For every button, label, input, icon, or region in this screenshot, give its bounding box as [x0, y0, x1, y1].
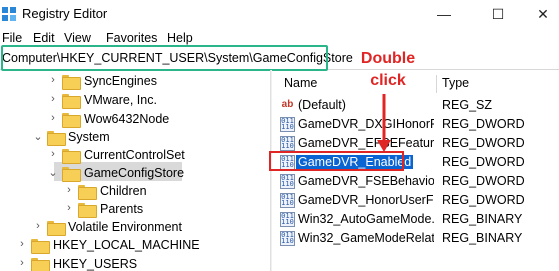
binary-value-icon: 011 110	[280, 212, 295, 227]
column-separator[interactable]	[436, 75, 437, 93]
annotation-arrow	[377, 94, 391, 152]
value-name: GameDVR_HonorUserFS...	[298, 193, 434, 207]
chevron-right-icon[interactable]: ›	[17, 238, 27, 250]
annotation-double: Double	[360, 50, 416, 67]
menu-file[interactable]: File	[2, 31, 22, 45]
chevron-right-icon[interactable]: ›	[64, 184, 74, 196]
key-tree-pane[interactable]: › SyncEngines › VMware, Inc. › Wow6432No…	[0, 70, 268, 271]
binary-value-icon: 011 110	[280, 174, 295, 189]
value-row[interactable]: 011 110 Win32_GameModeRelat... REG_BINARY	[276, 229, 559, 248]
tree-item-hkey-local-machine[interactable]: › HKEY_LOCAL_MACHINE	[0, 236, 268, 255]
folder-icon	[47, 221, 66, 236]
value-name: Win32_GameModeRelat...	[298, 231, 434, 245]
value-row[interactable]: 011 110 GameDVR_DXGIHonorF... REG_DWORD	[276, 115, 559, 134]
binary-value-icon: 011 110	[280, 117, 295, 132]
tree-item-label: VMware, Inc.	[84, 93, 157, 107]
folder-icon	[62, 149, 81, 164]
folder-icon	[62, 94, 81, 109]
value-name: Win32_AutoGameMode...	[298, 212, 434, 226]
binary-value-icon: 011 110	[280, 193, 295, 208]
value-type: REG_DWORD	[442, 193, 525, 207]
tree-item-parents[interactable]: › Parents	[0, 200, 268, 219]
folder-icon	[62, 113, 81, 128]
chevron-right-icon[interactable]: ›	[33, 220, 43, 232]
chevron-right-icon[interactable]: ›	[64, 202, 74, 214]
menu-view[interactable]: View	[64, 31, 91, 45]
tree-item-label: System	[68, 130, 110, 144]
tree-item-label: CurrentControlSet	[84, 148, 185, 162]
tree-item-volatile-environment[interactable]: › Volatile Environment	[0, 218, 268, 237]
tree-item-wow6432node[interactable]: › Wow6432Node	[0, 110, 268, 129]
tree-item-label: GameConfigStore	[84, 166, 185, 180]
folder-icon	[78, 203, 97, 218]
chevron-right-icon[interactable]: ›	[48, 93, 58, 105]
folder-icon	[31, 239, 50, 254]
value-type: REG_DWORD	[442, 136, 525, 150]
chevron-right-icon[interactable]: ›	[48, 112, 58, 124]
tree-item-currentcontrolset[interactable]: › CurrentControlSet	[0, 146, 268, 165]
binary-value-icon: 011 110	[280, 231, 295, 246]
chevron-right-icon[interactable]: ›	[17, 257, 27, 269]
value-row[interactable]: 011 110 Win32_AutoGameMode... REG_BINARY	[276, 210, 559, 229]
folder-icon	[31, 258, 50, 271]
tree-item-gameconfigstore[interactable]: ⌄ GameConfigStore	[0, 164, 268, 183]
folder-icon	[62, 75, 81, 90]
tree-item-label: SyncEngines	[84, 74, 157, 88]
tree-item-children[interactable]: › Children	[0, 182, 268, 201]
chevron-down-icon[interactable]: ⌄	[33, 130, 43, 143]
binary-value-icon: 011 110	[280, 136, 295, 151]
value-type: REG_BINARY	[442, 212, 523, 226]
chevron-down-icon[interactable]: ⌄	[48, 166, 58, 179]
tree-item-label: Volatile Environment	[68, 220, 182, 234]
tree-item-label: Parents	[100, 202, 144, 216]
window-title: Registry Editor	[22, 6, 108, 21]
tree-item-vmware[interactable]: › VMware, Inc.	[0, 91, 268, 110]
tree-item-system[interactable]: ⌄ System	[0, 128, 268, 147]
folder-open-icon	[62, 167, 81, 182]
value-row[interactable]: 011 110 GameDVR_FSEBehavior... REG_DWORD	[276, 172, 559, 191]
title-bar: Registry Editor — ☐ ✕	[0, 0, 559, 28]
chevron-right-icon[interactable]: ›	[48, 148, 58, 160]
tree-item-label: HKEY_USERS	[53, 257, 138, 271]
value-row-default[interactable]: ab (Default) REG_SZ	[276, 96, 559, 115]
maximize-button[interactable]: ☐	[475, 0, 521, 28]
value-type: REG_DWORD	[442, 155, 525, 169]
minimize-button[interactable]: —	[421, 0, 467, 28]
menu-help[interactable]: Help	[167, 31, 193, 45]
value-row[interactable]: 011110 GameDVR_HonorUserFS... REG_DWORD	[276, 191, 559, 210]
tree-item-hkey-users[interactable]: › HKEY_USERS	[0, 255, 268, 271]
tree-item-label: HKEY_LOCAL_MACHINE	[53, 238, 200, 252]
string-value-icon: ab	[280, 98, 295, 113]
value-type: REG_BINARY	[442, 231, 523, 245]
close-button[interactable]: ✕	[520, 0, 559, 28]
folder-icon	[47, 131, 66, 146]
value-type: REG_SZ	[442, 98, 493, 112]
value-type: REG_DWORD	[442, 117, 525, 131]
folder-icon	[78, 185, 97, 200]
value-name: GameDVR_FSEBehavior...	[298, 174, 434, 188]
column-header-name[interactable]: Name	[284, 76, 317, 90]
value-type: REG_DWORD	[442, 174, 525, 188]
tree-item-label: Children	[100, 184, 147, 198]
registry-editor-app-icon	[2, 7, 16, 21]
address-highlight-box	[1, 45, 328, 71]
chevron-right-icon[interactable]: ›	[48, 74, 58, 86]
tree-item-syncengines[interactable]: › SyncEngines	[0, 72, 268, 91]
tree-item-label: Wow6432Node	[84, 112, 170, 126]
column-header-type[interactable]: Type	[442, 76, 469, 90]
menu-favorites[interactable]: Favorites	[106, 31, 157, 45]
menu-edit[interactable]: Edit	[33, 31, 55, 45]
